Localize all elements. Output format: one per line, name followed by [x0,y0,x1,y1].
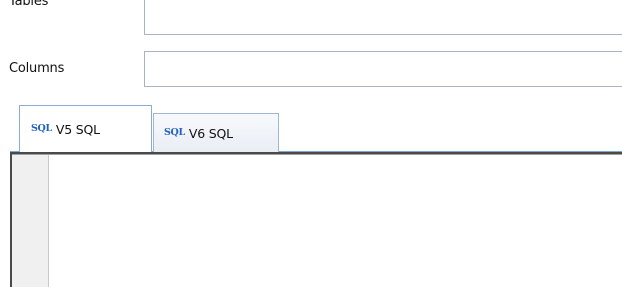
tables-label: Tables [9,0,49,9]
tab-v6-sql-label: V6 SQL [188,125,233,141]
tab-v5-sql-label: V5 SQL [55,121,100,137]
tab-v6-sql[interactable]: SQL V6 SQL [153,113,279,152]
tab-v5-sql[interactable]: SQL V5 SQL [19,105,152,152]
sql-code-area[interactable] [49,155,622,287]
sql-tab-strip: SQL V5 SQL SQL V6 SQL [0,102,622,154]
sql-query-panel: Tables Columns SQL V5 SQL SQL V6 SQL [0,0,622,287]
sql-editor [10,152,622,287]
sql-icon: SQL [164,126,185,138]
tables-input[interactable] [144,0,622,35]
columns-label: Columns [9,61,65,76]
sql-icon: SQL [31,122,52,134]
columns-input[interactable] [144,51,622,87]
line-number-gutter [12,155,49,287]
